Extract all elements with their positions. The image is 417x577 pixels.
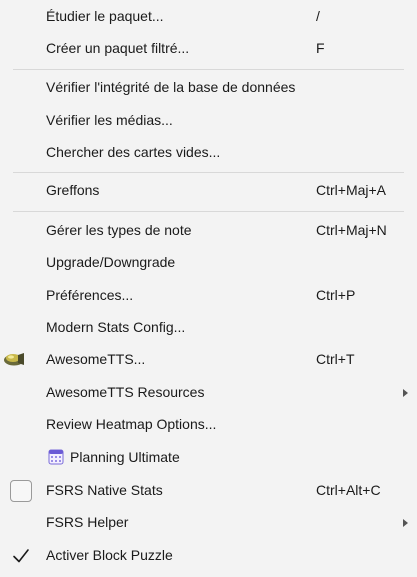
menu-separator	[13, 211, 404, 212]
menu-item-planning-ultimate[interactable]: Planning Ultimate	[0, 443, 417, 473]
menu-item-review-heatmap-options[interactable]: Review Heatmap Options...	[0, 410, 417, 440]
menu-item-addons[interactable]: Greffons Ctrl+Maj+A	[0, 176, 417, 206]
menu-item-create-filtered-deck[interactable]: Créer un paquet filtré... F	[0, 34, 417, 64]
menu-item-label: Planning Ultimate	[70, 449, 180, 465]
menu-item-study-deck[interactable]: Étudier le paquet... /	[0, 2, 417, 32]
menu-item-label: Chercher des cartes vides...	[46, 144, 221, 160]
menu-item-label: Greffons	[46, 182, 100, 198]
menu-item-label: Review Heatmap Options...	[46, 416, 217, 432]
menu-item-label: Étudier le paquet...	[46, 8, 164, 24]
menu-item-modern-stats-config[interactable]: Modern Stats Config...	[0, 313, 417, 343]
menu-item-preferences[interactable]: Préférences... Ctrl+P	[0, 281, 417, 311]
menu-separator	[13, 69, 404, 70]
checkbox-unchecked-icon[interactable]	[10, 480, 32, 502]
menu-item-label: Créer un paquet filtré...	[46, 40, 190, 56]
menu-item-empty-cards[interactable]: Chercher des cartes vides...	[0, 138, 417, 168]
menu-item-label: Préférences...	[46, 287, 134, 303]
menu-item-shortcut: Ctrl+P	[316, 287, 356, 303]
menu-item-note-types[interactable]: Gérer les types de note Ctrl+Maj+N	[0, 216, 417, 246]
menu-item-shortcut: Ctrl+Maj+A	[316, 182, 387, 198]
checkmark-icon[interactable]	[10, 545, 32, 567]
tools-menu: Étudier le paquet... / Créer un paquet f…	[0, 0, 417, 577]
menu-item-label: Activer Block Puzzle	[46, 547, 173, 563]
menu-item-label: Vérifier les médias...	[46, 112, 173, 128]
menu-item-label: FSRS Helper	[46, 514, 129, 530]
menu-item-label: FSRS Native Stats	[46, 482, 163, 498]
submenu-arrow-icon	[403, 389, 408, 397]
calendar-icon	[48, 449, 64, 465]
menu-item-shortcut: F	[316, 40, 325, 56]
menu-item-fsrs-native-stats[interactable]: FSRS Native Stats Ctrl+Alt+C	[0, 476, 417, 506]
menu-item-shortcut: Ctrl+Alt+C	[316, 482, 381, 498]
menu-item-awesometts[interactable]: AwesomeTTS... Ctrl+T	[0, 345, 417, 375]
menu-item-awesometts-resources[interactable]: AwesomeTTS Resources	[0, 378, 417, 408]
menu-item-label: AwesomeTTS Resources	[46, 384, 205, 400]
menu-item-block-puzzle[interactable]: Activer Block Puzzle	[0, 541, 417, 571]
menu-item-label: AwesomeTTS...	[46, 351, 146, 367]
menu-item-label: Upgrade/Downgrade	[46, 254, 176, 270]
menu-item-shortcut: Ctrl+Maj+N	[316, 222, 387, 238]
menu-item-label: Gérer les types de note	[46, 222, 192, 238]
menu-item-fsrs-helper[interactable]: FSRS Helper	[0, 508, 417, 538]
menu-item-upgrade-downgrade[interactable]: Upgrade/Downgrade	[0, 248, 417, 278]
menu-item-shortcut: Ctrl+T	[316, 351, 355, 367]
menu-item-check-database[interactable]: Vérifier l'intégrité de la base de donné…	[0, 73, 417, 103]
speaker-icon	[4, 353, 24, 366]
menu-item-check-media[interactable]: Vérifier les médias...	[0, 106, 417, 136]
menu-item-shortcut: /	[316, 8, 320, 24]
menu-item-label: Vérifier l'intégrité de la base de donné…	[46, 79, 296, 95]
menu-separator	[13, 172, 404, 173]
submenu-arrow-icon	[403, 519, 408, 527]
menu-item-label: Modern Stats Config...	[46, 319, 186, 335]
